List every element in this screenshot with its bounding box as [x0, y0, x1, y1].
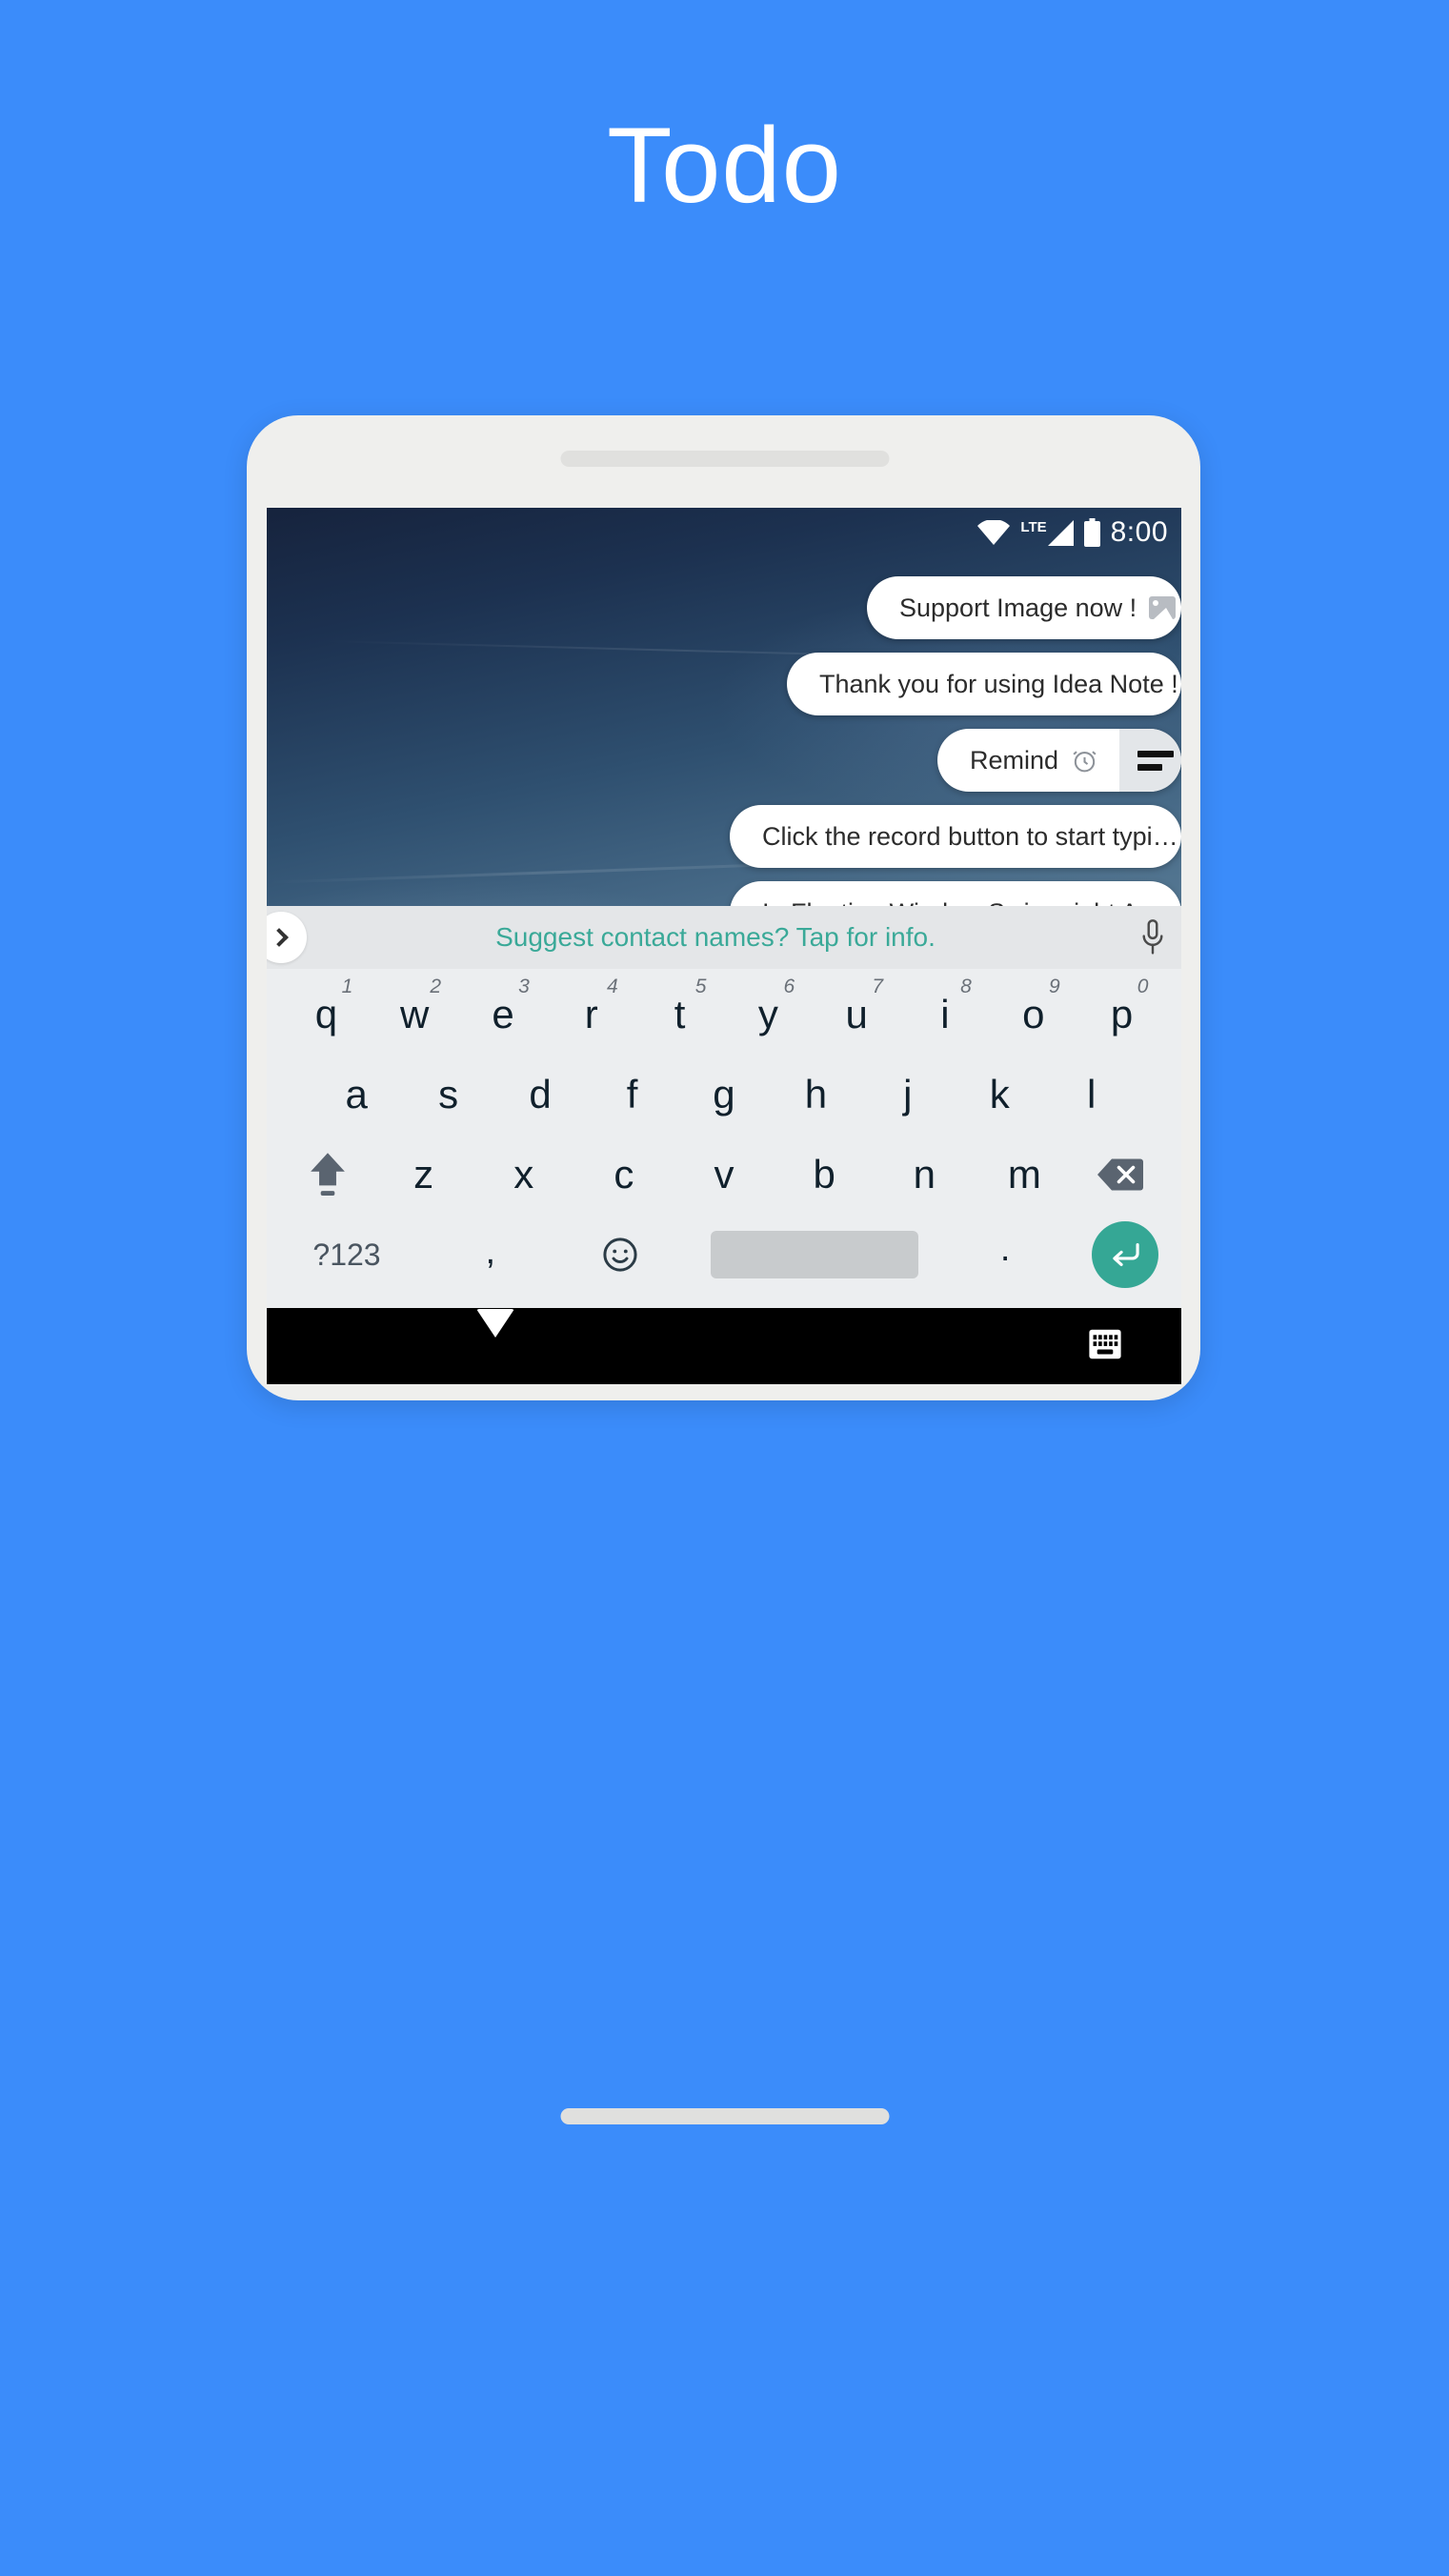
keyboard-row-4: ?123 , . — [276, 1215, 1172, 1295]
note-bubble[interactable]: Thank you for using Idea Note ! — [787, 653, 1181, 715]
key-hint: 2 — [430, 976, 442, 997]
status-time: 8:00 — [1110, 516, 1168, 548]
shift-icon[interactable] — [282, 1150, 373, 1199]
key-y[interactable]: 6y — [724, 976, 813, 1037]
navigation-bar — [267, 1308, 1181, 1384]
lines-icon — [1137, 750, 1175, 771]
phone-speaker — [560, 451, 889, 467]
key-j[interactable]: j — [862, 1072, 954, 1117]
enter-icon[interactable] — [1091, 1221, 1158, 1288]
note-bubble-label: Click the record button to start typi… — [762, 821, 1178, 851]
lte-label: LTE — [1020, 518, 1047, 535]
key-v[interactable]: v — [674, 1152, 774, 1197]
key-period[interactable]: . — [967, 1229, 1043, 1281]
lte-signal-icon: LTE — [1020, 518, 1074, 546]
key-hint: 0 — [1137, 976, 1149, 997]
key-d[interactable]: d — [494, 1072, 586, 1117]
phone-screen: LTE 8:00 Support Image now ! Thank you f… — [267, 508, 1181, 1384]
key-r[interactable]: 4r — [547, 976, 635, 1037]
backspace-icon[interactable] — [1075, 1157, 1166, 1192]
key-hint: 9 — [1048, 976, 1060, 997]
key-hint: 4 — [606, 976, 618, 997]
key-c[interactable]: c — [574, 1152, 674, 1197]
image-icon — [1149, 596, 1177, 619]
key-i[interactable]: 8i — [901, 976, 990, 1037]
note-bubble-label: Remind — [970, 745, 1059, 775]
key-o[interactable]: 9o — [989, 976, 1077, 1037]
key-l[interactable]: l — [1046, 1072, 1137, 1117]
key-e[interactable]: 3e — [459, 976, 548, 1037]
key-label: u — [845, 992, 868, 1036]
keyboard-row-3: z x c v b n m — [276, 1135, 1172, 1215]
page-title: Todo — [607, 106, 842, 225]
back-triangle-icon[interactable] — [476, 1309, 514, 1355]
key-hint: 7 — [872, 976, 884, 997]
note-bubble-label: Thank you for using Idea Note ! — [819, 669, 1178, 698]
key-hint: 5 — [694, 976, 707, 997]
status-bar: LTE 8:00 — [977, 508, 1181, 557]
key-label: t — [674, 992, 686, 1036]
note-bubble[interactable]: Remind — [937, 729, 1181, 792]
note-bubble-label: Support Image now ! — [899, 593, 1137, 622]
key-hint: 1 — [341, 976, 353, 997]
key-u[interactable]: 7u — [813, 976, 901, 1037]
chevron-right-icon[interactable] — [267, 912, 307, 963]
key-label: q — [314, 992, 338, 1036]
key-q[interactable]: 1q — [282, 976, 371, 1037]
key-label: r — [584, 992, 598, 1036]
key-h[interactable]: h — [770, 1072, 861, 1117]
suggestion-strip: Suggest contact names? Tap for info. — [267, 906, 1181, 969]
suggestion-text[interactable]: Suggest contact names? Tap for info. — [307, 922, 1124, 953]
key-s[interactable]: s — [402, 1072, 493, 1117]
note-bubble[interactable]: Support Image now ! — [867, 576, 1181, 639]
alarm-icon — [1071, 747, 1098, 775]
key-hint: 8 — [960, 976, 972, 997]
key-label: y — [757, 992, 778, 1036]
keyboard-keys: 1q 2w 3e 4r 5t 6y 7u 8i 9o 0p a s d f g … — [267, 969, 1181, 1308]
key-p[interactable]: 0p — [1077, 976, 1166, 1037]
key-label: o — [1022, 992, 1045, 1036]
keyboard-icon[interactable] — [1088, 1328, 1122, 1365]
key-comma[interactable]: , — [453, 1232, 529, 1278]
key-z[interactable]: z — [373, 1152, 473, 1197]
note-bubble[interactable]: Click the record button to start typi… — [730, 805, 1181, 868]
key-m[interactable]: m — [975, 1152, 1075, 1197]
key-hint: 3 — [518, 976, 530, 997]
note-bubble-cap[interactable] — [1119, 729, 1181, 792]
keyboard-row-2: a s d f g h j k l — [276, 1055, 1172, 1135]
note-bubble-content: Remind — [937, 729, 1119, 792]
key-g[interactable]: g — [678, 1072, 770, 1117]
note-bubble-content: Support Image now ! — [867, 576, 1181, 639]
note-bubble-content: Click the record button to start typi… — [730, 805, 1181, 868]
battery-icon — [1083, 518, 1100, 547]
key-n[interactable]: n — [875, 1152, 975, 1197]
wifi-icon — [977, 520, 1011, 545]
keyboard-row-1: 1q 2w 3e 4r 5t 6y 7u 8i 9o 0p — [276, 975, 1172, 1055]
note-bubble-list: Support Image now ! Thank you for using … — [267, 576, 1181, 957]
key-label: w — [400, 992, 430, 1036]
emoji-icon[interactable] — [577, 1235, 663, 1275]
key-a[interactable]: a — [311, 1072, 402, 1117]
key-x[interactable]: x — [473, 1152, 574, 1197]
note-bubble-content: Thank you for using Idea Note ! — [787, 653, 1181, 715]
key-b[interactable]: b — [775, 1152, 875, 1197]
space-key[interactable] — [711, 1231, 919, 1278]
key-label: e — [492, 992, 514, 1036]
microphone-icon[interactable] — [1124, 918, 1181, 956]
key-f[interactable]: f — [586, 1072, 677, 1117]
symbols-key[interactable]: ?123 — [290, 1238, 404, 1273]
key-k[interactable]: k — [954, 1072, 1045, 1117]
phone-chin-bar — [560, 2108, 889, 2124]
key-hint: 6 — [783, 976, 795, 997]
key-label: p — [1110, 992, 1134, 1036]
key-t[interactable]: 5t — [635, 976, 724, 1037]
key-label: i — [940, 992, 950, 1036]
keyboard-area: Suggest contact names? Tap for info. 1q … — [267, 906, 1181, 1384]
key-w[interactable]: 2w — [371, 976, 459, 1037]
